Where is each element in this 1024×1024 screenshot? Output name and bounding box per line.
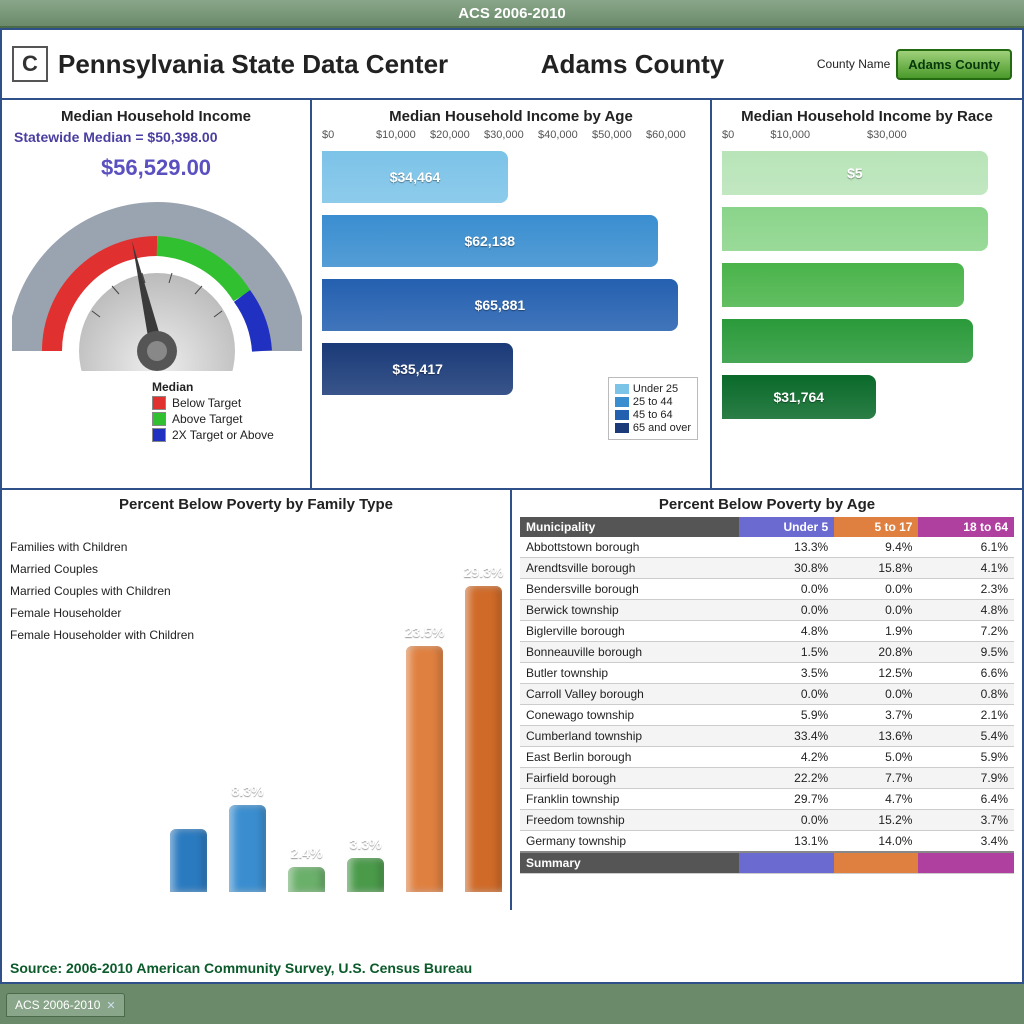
swatch-red-icon xyxy=(152,396,166,410)
income-by-race-panel: Median Household Income by Race $0$10,00… xyxy=(712,100,1022,488)
sheet-tab[interactable]: ACS 2006-2010 ✕ xyxy=(6,993,125,1017)
swatch-green-icon xyxy=(152,412,166,426)
sheet-tab-label: ACS 2006-2010 xyxy=(15,998,100,1012)
income-by-age-axis: $0$10,000$20,000$30,000$40,000$50,000$60… xyxy=(322,129,700,141)
legend-swatch-icon xyxy=(615,397,629,407)
legend-item: Families with Children xyxy=(10,536,194,558)
poverty-by-family-panel: Percent Below Poverty by Family Type Fam… xyxy=(2,490,512,910)
table-row[interactable]: Germany township13.1%14.0%3.4% xyxy=(520,831,1014,853)
gauge-legend-2x: 2X Target or Above xyxy=(152,428,300,442)
table-row[interactable]: Conewago township5.9%3.7%2.1% xyxy=(520,705,1014,726)
income-by-age-bars: $34,464 $62,138 $65,881 $35,417 xyxy=(322,147,700,399)
hbar-bar: $62,138 xyxy=(322,215,658,267)
dashboard-sheet: C Pennsylvania State Data Center Adams C… xyxy=(0,28,1024,984)
table-header[interactable]: Under 5 xyxy=(739,517,834,537)
app-title-bar: ACS 2006-2010 xyxy=(0,0,1024,28)
table-row[interactable]: Berwick township0.0%0.0%4.8% xyxy=(520,600,1014,621)
hbar-bar: $31,764 xyxy=(722,375,876,419)
poverty-by-age-panel: Percent Below Poverty by Age Municipalit… xyxy=(512,490,1022,910)
income-by-age-legend: Under 2525 to 4445 to 6465 and over xyxy=(608,377,698,440)
gauge-legend-below: Below Target xyxy=(152,396,300,410)
income-by-age-panel: Median Household Income by Age $0$10,000… xyxy=(312,100,712,488)
county-picker-label: County Name xyxy=(817,57,890,71)
column-bar: 29.3% xyxy=(465,586,502,892)
column-bar: 23.5% xyxy=(406,646,443,892)
gauge-value: $56,529.00 xyxy=(12,155,300,181)
close-icon[interactable]: ✕ xyxy=(106,999,115,1012)
county-title: Adams County xyxy=(448,49,817,80)
gauge-chart: $56,529.00 xyxy=(12,155,300,442)
legend-item: Married Couples with Children xyxy=(10,580,194,602)
hbar-bar: $65,881 xyxy=(322,279,678,331)
gauge-panel: Median Household Income Statewide Median… xyxy=(2,100,312,488)
hbar-bar: $34,464 xyxy=(322,151,508,203)
county-picker[interactable]: Adams County xyxy=(896,49,1012,80)
hbar-row: $31,764 xyxy=(722,371,1012,423)
income-by-age-title: Median Household Income by Age xyxy=(322,108,700,125)
column-bar xyxy=(170,829,207,892)
table-row[interactable]: Arendtsville borough30.8%15.8%4.1% xyxy=(520,558,1014,579)
table-header[interactable]: 18 to 64 xyxy=(918,517,1014,537)
hbar-row: $65,881 xyxy=(322,275,700,335)
source-citation: Source: 2006-2010 American Community Sur… xyxy=(10,960,472,976)
hbar-bar: $5 xyxy=(722,151,988,195)
table-header-row: MunicipalityUnder 55 to 1718 to 64 xyxy=(520,517,1014,537)
hbar-row xyxy=(722,259,1012,311)
column-bar: 8.3% xyxy=(229,805,266,892)
poverty-by-age-title: Percent Below Poverty by Age xyxy=(520,496,1014,513)
table-row[interactable]: Cumberland township33.4%13.6%5.4% xyxy=(520,726,1014,747)
poverty-by-family-chart: Families with ChildrenMarried CouplesMar… xyxy=(10,526,502,892)
hbar-bar: $35,417 xyxy=(322,343,513,395)
table-summary-row[interactable]: Summary xyxy=(520,852,1014,874)
table-row[interactable]: Abbottstown borough13.3%9.4%6.1% xyxy=(520,537,1014,558)
header: C Pennsylvania State Data Center Adams C… xyxy=(2,30,1022,100)
hbar-bar xyxy=(722,263,964,307)
table-row[interactable]: Franklin township29.7%4.7%6.4% xyxy=(520,789,1014,810)
table-row[interactable]: Butler township3.5%12.5%6.6% xyxy=(520,663,1014,684)
gauge-legend: Median Below Target Above Target 2X Targ… xyxy=(12,380,300,442)
table-row[interactable]: Carroll Valley borough0.0%0.0%0.8% xyxy=(520,684,1014,705)
table-row[interactable]: East Berlin borough4.2%5.0%5.9% xyxy=(520,747,1014,768)
table-row[interactable]: Bendersville borough0.0%0.0%2.3% xyxy=(520,579,1014,600)
table-row[interactable]: Bonneauville borough1.5%20.8%9.5% xyxy=(520,642,1014,663)
income-by-race-axis: $0$10,000$30,000 xyxy=(722,129,1012,141)
site-title: Pennsylvania State Data Center xyxy=(58,49,448,80)
income-by-race-bars: $5 $31,764 xyxy=(722,147,1012,423)
gauge-svg xyxy=(12,181,302,371)
swatch-blue-icon xyxy=(152,428,166,442)
gauge-legend-above: Above Target xyxy=(152,412,300,426)
legend-swatch-icon xyxy=(615,423,629,433)
hbar-row xyxy=(722,315,1012,367)
hbar-row xyxy=(722,203,1012,255)
gauge-statewide-label: Statewide Median = $50,398.00 xyxy=(12,129,300,145)
table-header[interactable]: 5 to 17 xyxy=(834,517,918,537)
hbar-bar xyxy=(722,319,973,363)
poverty-by-family-legend: Families with ChildrenMarried CouplesMar… xyxy=(10,536,194,646)
hbar-bar xyxy=(722,207,988,251)
table-row[interactable]: Biglerville borough4.8%1.9%7.2% xyxy=(520,621,1014,642)
gauge-legend-header: Median xyxy=(152,380,300,394)
income-by-race-title: Median Household Income by Race xyxy=(722,108,1012,125)
table-row[interactable]: Freedom township0.0%15.2%3.7% xyxy=(520,810,1014,831)
hbar-row: $5 xyxy=(722,147,1012,199)
legend-item: Married Couples xyxy=(10,558,194,580)
sheet-tab-bar: ACS 2006-2010 ✕ xyxy=(0,986,1024,1024)
legend-item: Female Householder xyxy=(10,602,194,624)
table-header[interactable]: Municipality xyxy=(520,517,739,537)
column-bar: 2.4% xyxy=(288,867,325,892)
column-bar: 3.3% xyxy=(347,858,384,893)
legend-swatch-icon xyxy=(615,410,629,420)
gauge-title: Median Household Income xyxy=(12,108,300,125)
poverty-by-age-table: MunicipalityUnder 55 to 1718 to 64 Abbot… xyxy=(520,517,1014,874)
legend-swatch-icon xyxy=(615,384,629,394)
poverty-by-family-title: Percent Below Poverty by Family Type xyxy=(10,496,502,513)
hbar-row: $34,464 xyxy=(322,147,700,207)
hbar-row: $62,138 xyxy=(322,211,700,271)
legend-item: Female Householder with Children xyxy=(10,624,194,646)
table-row[interactable]: Fairfield borough22.2%7.7%7.9% xyxy=(520,768,1014,789)
logo-icon: C xyxy=(12,46,48,82)
